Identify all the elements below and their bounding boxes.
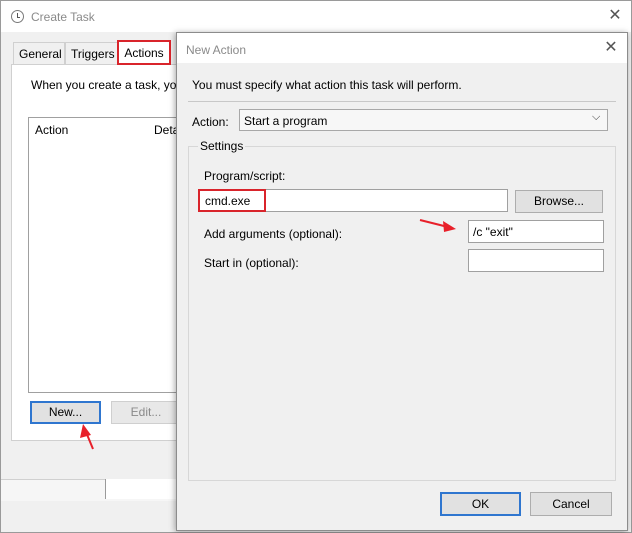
separator	[188, 101, 616, 102]
create-task-title: Create Task	[31, 10, 95, 24]
edit-action-button[interactable]: Edit...	[111, 401, 181, 424]
start-in-input[interactable]	[468, 249, 604, 272]
program-script-input[interactable]: cmd.exe	[198, 189, 508, 212]
actions-description: When you create a task, yo	[31, 78, 177, 92]
arguments-input[interactable]: /c "exit"	[468, 220, 604, 243]
tab-actions[interactable]: Actions	[117, 40, 171, 65]
bottom-box	[105, 479, 185, 499]
browse-button[interactable]: Browse...	[515, 190, 603, 213]
close-icon[interactable]: ✕	[602, 39, 620, 57]
action-select-value: Start a program	[244, 114, 328, 128]
new-action-dialog: New Action ✕ You must specify what actio…	[176, 32, 628, 531]
close-icon[interactable]: ✕	[606, 7, 624, 25]
tab-triggers[interactable]: Triggers	[65, 42, 119, 64]
arguments-value: /c "exit"	[473, 225, 513, 239]
tab-general[interactable]: General	[13, 42, 65, 64]
column-header-action[interactable]: Action	[35, 123, 68, 137]
create-task-titlebar: Create Task ✕	[1, 1, 631, 32]
settings-label: Settings	[198, 139, 246, 153]
program-script-label: Program/script:	[204, 169, 286, 183]
program-script-value: cmd.exe	[205, 194, 251, 208]
action-label: Action:	[192, 115, 229, 129]
cancel-button[interactable]: Cancel	[530, 492, 612, 516]
instruction-text: You must specify what action this task w…	[192, 78, 462, 92]
new-action-button[interactable]: New...	[30, 401, 101, 424]
start-in-label: Start in (optional):	[204, 256, 299, 270]
ok-button[interactable]: OK	[440, 492, 521, 516]
chevron-down-icon: ⌵	[592, 111, 601, 123]
action-select[interactable]: Start a program ⌵	[239, 109, 608, 131]
new-action-titlebar: New Action ✕	[177, 33, 627, 63]
arguments-label: Add arguments (optional):	[204, 227, 343, 241]
new-action-title: New Action	[186, 43, 247, 57]
actions-list[interactable]	[28, 117, 178, 393]
clock-icon	[11, 10, 24, 23]
